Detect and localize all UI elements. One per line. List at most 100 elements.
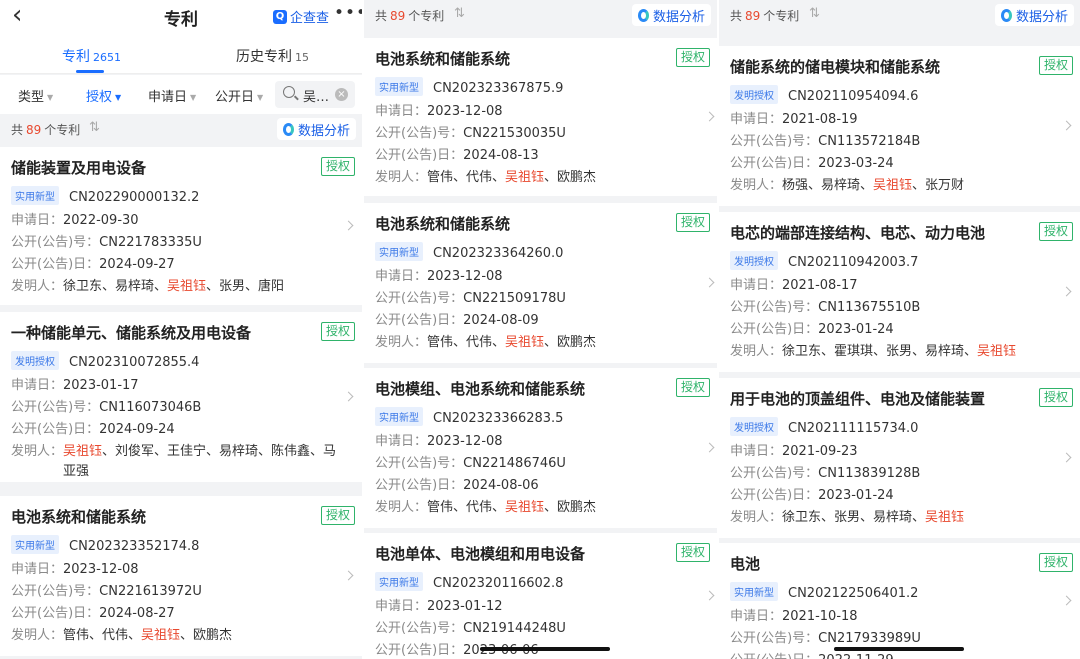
publication-date-row: 公开(公告)日：2023-01-24 <box>730 318 894 337</box>
application-number-row: 实用新型 CN202323364260.0 <box>375 242 563 261</box>
patent-type-badge: 发明授权 <box>730 85 778 104</box>
search-input[interactable]: 吴… × <box>275 81 355 108</box>
field-value: CN219144248U <box>463 621 566 636</box>
application-number-row: 实用新型 CN202122506401.2 <box>730 582 918 601</box>
caret-down-icon: ▼ <box>115 93 122 102</box>
clear-icon[interactable]: × <box>335 88 348 101</box>
patent-card[interactable]: 电池模组、电池系统和储能系统 授权 实用新型 CN202323366283.5 申请日：… <box>364 368 717 528</box>
field-value: 2021-09-23 <box>782 444 858 459</box>
field-value: 2023-01-17 <box>63 378 139 393</box>
inventor-names: 、欧鹏杰 <box>544 170 597 185</box>
field-label: 公开(公告)日： <box>730 156 819 171</box>
tab-label: 历史专利 <box>236 49 292 65</box>
patent-list-panel-3: 共 89 个专利 ⇅ 数据分析 储能系统的储电模块和储能系统 授权 发明授权 CN2021109… <box>719 0 1080 659</box>
publication-number-row: 公开(公告)号：CN221783335U <box>11 231 202 250</box>
field-value: 2023-01-12 <box>427 599 503 614</box>
count-prefix: 共 <box>375 9 388 23</box>
application-number-row: 发明授权 CN202310072855.4 <box>11 351 199 370</box>
home-indicator <box>834 647 964 651</box>
data-analysis-label: 数据分析 <box>652 9 705 25</box>
field-value: 2023-01-24 <box>818 322 894 337</box>
field-label: 公开(公告)号： <box>375 291 464 306</box>
field-label: 申请日： <box>11 213 64 228</box>
filter-publication-date[interactable]: 公开日 ▼ <box>215 86 263 105</box>
application-date-row: 申请日：2023-01-17 <box>11 374 139 393</box>
data-analysis-button[interactable]: 数据分析 <box>631 4 711 26</box>
inventor-names: 、张万财 <box>912 178 965 193</box>
field-label: 公开(公告)号： <box>730 466 819 481</box>
status-badge: 授权 <box>1038 222 1073 241</box>
application-date-row: 申请日：2023-12-08 <box>375 430 503 449</box>
patent-card[interactable]: 储能系统的储电模块和储能系统 授权 发明授权 CN202110954094.6 申请日：… <box>719 46 1080 206</box>
patent-card[interactable]: 电池单体、电池模组和用电设备 授权 实用新型 CN202320116602.8 申请日：… <box>364 533 717 659</box>
field-value: 2023-01-24 <box>818 488 894 503</box>
sort-icon[interactable]: ⇅ <box>809 6 820 21</box>
field-value: 2024-08-27 <box>99 606 175 621</box>
filter-label: 类型 <box>18 90 45 105</box>
field-label: 公开(公告)日： <box>11 257 100 272</box>
brand-link[interactable]: Q 企查查 <box>273 7 329 26</box>
highlighted-inventor: 吴祖钰 <box>505 335 545 350</box>
more-icon[interactable]: ••• <box>334 3 362 23</box>
field-value: CN113572184B <box>818 134 921 149</box>
filter-application-date[interactable]: 申请日 ▼ <box>148 86 196 105</box>
highlighted-inventor: 吴祖钰 <box>63 444 103 459</box>
inventor-names: 、欧鹏杰 <box>544 500 597 515</box>
patent-list-panel-2: 共 89 个专利 ⇅ 数据分析 电池系统和储能系统 授权 实用新型 CN202323367875… <box>364 0 717 659</box>
inventor-row: 发明人：吴祖钰、刘俊军、王佳宁、易梓琦、陈伟鑫、马 <box>11 440 336 459</box>
field-value: 2023-03-24 <box>818 156 894 171</box>
publication-date-row: 公开(公告)日：2024-09-24 <box>11 418 175 437</box>
patent-card[interactable]: 电池系统和储能系统 授权 实用新型 CN202323352174.8 申请日：2023-… <box>0 496 362 656</box>
data-analysis-button[interactable]: 数据分析 <box>276 118 356 140</box>
publication-date-row: 公开(公告)日：2024-08-09 <box>375 309 539 328</box>
filter-status[interactable]: 授权 ▼ <box>86 86 121 105</box>
inventor-row: 发明人：杨强、易梓琦、吴祖钰、张万财 <box>730 174 964 193</box>
filter-bar: 类型 ▼ 授权 ▼ 申请日 ▼ 公开日 ▼ 吴… × <box>0 75 362 114</box>
tab-patents[interactable]: 专利 2651 <box>62 46 121 66</box>
field-label: 发明人： <box>375 500 428 515</box>
patent-type-badge: 实用新型 <box>375 572 423 591</box>
data-analysis-button[interactable]: 数据分析 <box>994 4 1074 26</box>
patent-card[interactable]: 电芯的端部连接结构、电芯、动力电池 授权 发明授权 CN202110942003.7 申… <box>719 212 1080 372</box>
filter-type[interactable]: 类型 ▼ <box>18 86 53 105</box>
field-label: 发明人： <box>730 178 783 193</box>
publication-number-row: 公开(公告)号：CN221530035U <box>375 122 566 141</box>
patent-type-badge: 实用新型 <box>730 582 778 601</box>
inventor-names: 、张男、唐阳 <box>206 279 285 294</box>
patent-title: 一种储能单元、储能系统及用电设备 <box>11 324 252 342</box>
field-label: 申请日： <box>375 104 428 119</box>
tab-count: 15 <box>295 51 309 64</box>
patent-card[interactable]: 储能装置及用电设备 授权 实用新型 CN202290000132.2 申请日：2022-… <box>0 147 362 305</box>
application-date-row: 申请日：2023-12-08 <box>375 100 503 119</box>
patent-card[interactable]: 用于电池的顶盖组件、电池及储能装置 授权 发明授权 CN202111115734.0 申… <box>719 378 1080 538</box>
publication-date-row: 公开(公告)日：2024-08-13 <box>375 144 539 163</box>
application-number: CN202290000132.2 <box>69 190 200 205</box>
patent-type-badge: 发明授权 <box>11 351 59 370</box>
count-bar: 共 89 个专利 ⇅ 数据分析 <box>0 114 362 144</box>
publication-number-row: 公开(公告)号：CN116073046B <box>11 396 201 415</box>
highlighted-inventor: 吴祖钰 <box>141 628 181 643</box>
caret-down-icon: ▼ <box>190 93 197 102</box>
count-suffix: 个专利 <box>763 9 800 23</box>
status-badge: 授权 <box>675 378 710 397</box>
field-value: CN113675510B <box>818 300 921 315</box>
field-label: 公开(公告)日： <box>375 478 464 493</box>
patent-card[interactable]: 电池系统和储能系统 授权 实用新型 CN202323367875.9 申请日：2023-… <box>364 38 717 196</box>
publication-number-row: 公开(公告)号：CN219144248U <box>375 617 566 636</box>
sort-icon[interactable]: ⇅ <box>89 120 100 135</box>
publication-date-row: 公开(公告)日：2024-08-27 <box>11 602 175 621</box>
status-badge: 授权 <box>1038 56 1073 75</box>
sort-icon[interactable]: ⇅ <box>454 6 465 21</box>
status-badge: 授权 <box>1038 553 1073 572</box>
patent-card[interactable]: 电池系统和储能系统 授权 实用新型 CN202323364260.0 申请日：2023-… <box>364 203 717 363</box>
patent-card[interactable]: 电池 授权 实用新型 CN202122506401.2 申请日：2021-10-18 公开… <box>719 543 1080 659</box>
patent-card[interactable]: 一种储能单元、储能系统及用电设备 授权 发明授权 CN202310072855.4 申请… <box>0 312 362 482</box>
application-number: CN202110954094.6 <box>788 89 919 104</box>
application-date-row: 申请日：2021-09-23 <box>730 440 858 459</box>
field-label: 申请日： <box>730 112 783 127</box>
field-label: 发明人： <box>11 279 64 294</box>
tab-history-patents[interactable]: 历史专利 15 <box>236 46 309 66</box>
filter-label: 授权 <box>86 90 113 105</box>
caret-down-icon: ▼ <box>257 93 264 102</box>
patent-title: 电芯的端部连接结构、电芯、动力电池 <box>730 224 986 242</box>
